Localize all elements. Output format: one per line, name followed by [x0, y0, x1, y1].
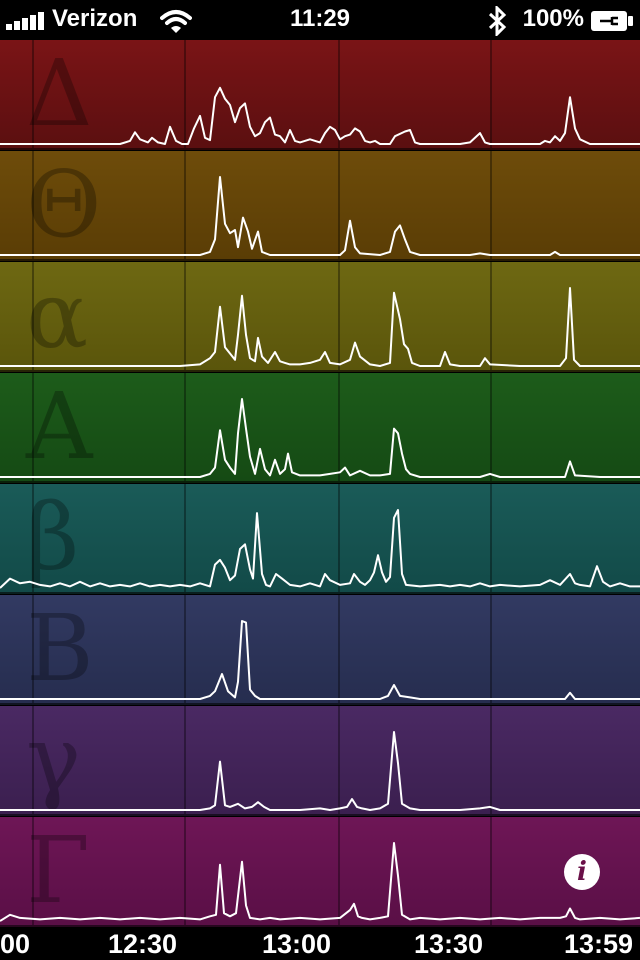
band-row: Γ — [0, 817, 640, 927]
band-row: α — [0, 262, 640, 372]
battery-percentage: 100% — [522, 5, 584, 32]
band-trace — [0, 620, 640, 700]
trace-line — [0, 620, 640, 700]
band-trace — [0, 86, 640, 145]
band-row: Θ — [0, 151, 640, 261]
band-row: γ — [0, 706, 640, 816]
trace-line — [0, 731, 640, 811]
band-row: β — [0, 484, 640, 594]
eeg-band-graph: ΔΘαΑβΒγΓ — [0, 40, 640, 928]
band-trace — [0, 398, 640, 478]
time-axis-label: 13:59 — [564, 929, 634, 959]
bluetooth-icon — [488, 6, 507, 36]
time-axis-label: 13:30 — [414, 929, 484, 959]
band-row: Β — [0, 595, 640, 705]
status-bar: Verizon 11:29 100% — [0, 0, 640, 40]
trace-line — [0, 176, 640, 256]
time-axis-label: 00 — [0, 929, 31, 959]
time-axis-label: 12:30 — [108, 929, 178, 959]
band-trace — [0, 176, 640, 256]
band-trace — [0, 731, 640, 811]
trace-line — [0, 509, 640, 589]
band-row: Δ — [0, 40, 640, 150]
band-row: Α — [0, 373, 640, 483]
battery-charging-icon — [591, 11, 633, 31]
time-axis-label: 13:00 — [262, 929, 332, 959]
trace-line — [0, 287, 640, 367]
info-button[interactable]: i — [564, 854, 600, 890]
band-trace — [0, 509, 640, 589]
time-axis: 00 12:30 13:00 13:30 13:59 — [0, 928, 640, 960]
trace-line — [0, 398, 640, 478]
trace-line — [0, 842, 640, 922]
trace-line — [0, 86, 640, 145]
band-trace — [0, 287, 640, 367]
band-trace — [0, 842, 640, 922]
